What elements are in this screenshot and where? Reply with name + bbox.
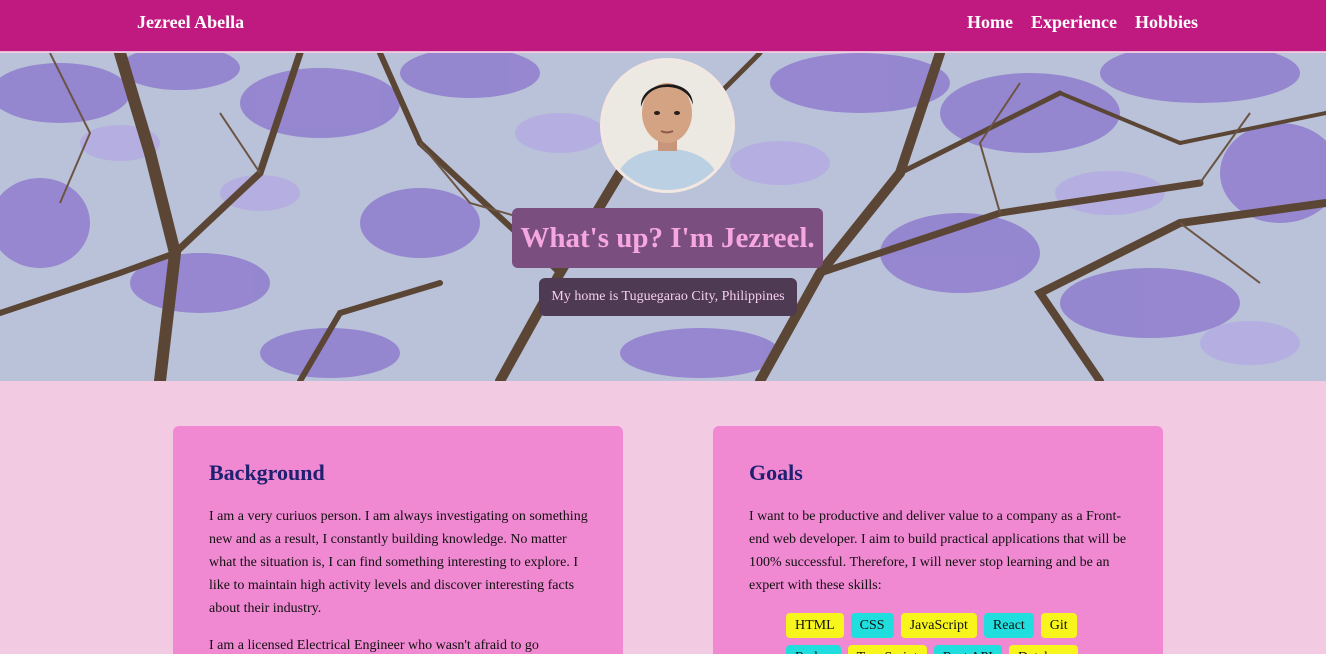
goals-heading: Goals [749,460,803,485]
brand-name[interactable]: Jezreel Abella [137,12,244,33]
nav-link-experience[interactable]: Experience [1031,12,1117,33]
skill-badge-javascript: JavaScript [900,613,977,638]
navbar: Jezreel Abella Home Experience Hobbies [0,0,1326,52]
skill-badge-rest-api: Rest API [933,645,1002,654]
skill-badge-html: HTML [786,613,844,638]
hero-title-box: What's up? I'm Jezreel. [512,208,823,268]
goals-paragraph: I want to be productive and deliver valu… [749,509,1127,593]
skill-badge-typescript: TypeScript [847,645,927,654]
skill-badge-redux: Redux [786,645,841,654]
hero-title: What's up? I'm Jezreel. [520,221,815,254]
background-paragraph-2: I am a licensed Electrical Engineer who … [209,638,539,653]
nav-links: Home Experience Hobbies [967,12,1198,33]
hero-subtitle: My home is Tuguegarao City, Philippines [551,289,785,304]
skills-list: HTML CSS JavaScript React Git Redux Type… [786,613,1116,654]
profile-photo [603,61,732,190]
skill-badge-database: Database [1008,645,1079,654]
skill-badge-git: Git [1040,613,1077,638]
background-card: Background I am a very curiuos person. I… [173,426,623,654]
goals-card: Goals I want to be productive and delive… [713,426,1163,654]
hero-subtitle-box: My home is Tuguegarao City, Philippines [539,278,797,316]
nav-link-home[interactable]: Home [967,12,1013,33]
nav-link-hobbies[interactable]: Hobbies [1135,12,1198,33]
background-paragraph-1: I am a very curiuos person. I am always … [209,509,588,616]
background-heading: Background [209,460,325,485]
skill-badge-css: CSS [850,613,894,638]
profile-avatar [600,58,735,193]
hero-section: What's up? I'm Jezreel. My home is Tugue… [0,53,1326,381]
skill-badge-react: React [983,613,1034,638]
